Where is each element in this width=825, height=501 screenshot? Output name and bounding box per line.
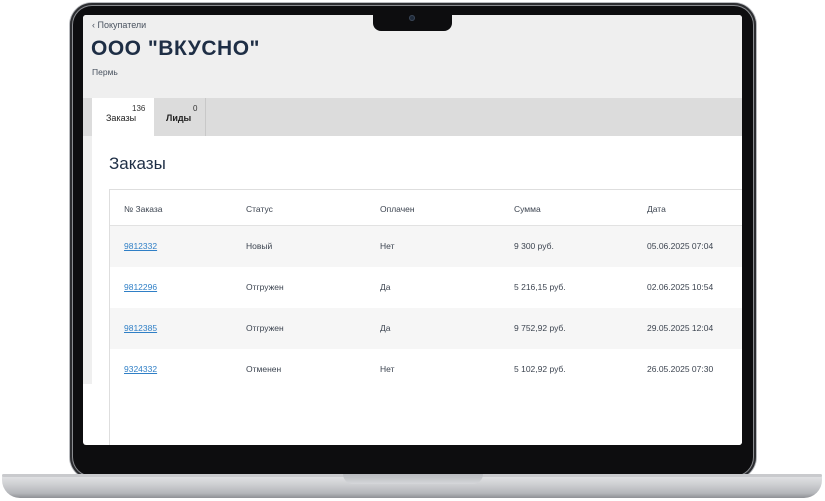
- table-row: 9812296 Отгружен Да 5 216,15 руб. 02.06.…: [110, 267, 742, 308]
- order-date: 02.06.2025 10:54: [647, 282, 714, 292]
- column-header-order[interactable]: № Заказа: [124, 204, 163, 214]
- column-header-date[interactable]: Дата: [647, 204, 666, 214]
- tabs-bar: 136 Заказы 0 Лиды: [83, 98, 742, 136]
- order-status: Отгружен: [246, 282, 284, 292]
- page-title: ООО "ВКУСНО": [91, 37, 260, 60]
- tab-leads-label: Лиды: [166, 113, 192, 123]
- table-header: № Заказа Статус Оплачен Сумма Дата: [110, 190, 742, 226]
- column-header-sum[interactable]: Сумма: [514, 204, 541, 214]
- order-number-link[interactable]: 9812385: [124, 323, 157, 333]
- order-paid: Да: [380, 282, 391, 292]
- order-date: 29.05.2025 12:04: [647, 323, 714, 333]
- column-header-status[interactable]: Статус: [246, 204, 273, 214]
- tab-orders[interactable]: 136 Заказы: [92, 98, 154, 136]
- order-sum: 9 300 руб.: [514, 241, 554, 251]
- order-paid: Да: [380, 323, 391, 333]
- content-side-strip: [83, 136, 92, 384]
- order-date: 05.06.2025 07:04: [647, 241, 714, 251]
- tab-orders-label: Заказы: [106, 113, 137, 123]
- order-status: Новый: [246, 241, 273, 251]
- column-header-paid[interactable]: Оплачен: [380, 204, 415, 214]
- camera-icon: [409, 15, 415, 21]
- page-subtitle-city: Пермь: [92, 67, 118, 77]
- laptop-base-notch: [343, 474, 483, 484]
- order-status: Отменен: [246, 364, 282, 374]
- orders-table: № Заказа Статус Оплачен Сумма Дата 98123…: [109, 189, 742, 445]
- order-paid: Нет: [380, 241, 395, 251]
- section-title: Заказы: [109, 154, 166, 173]
- order-status: Отгружен: [246, 323, 284, 333]
- order-number-link[interactable]: 9812296: [124, 282, 157, 292]
- back-link-customers[interactable]: ‹ Покупатели: [92, 20, 146, 30]
- table-row: 9812385 Отгружен Да 9 752,92 руб. 29.05.…: [110, 308, 742, 349]
- order-number-link[interactable]: 9324332: [124, 364, 157, 374]
- order-number-link[interactable]: 9812332: [124, 241, 157, 251]
- orders-panel: Заказы № Заказа Статус Оплачен Сумма Дат…: [92, 136, 742, 445]
- tab-leads-count: 0: [193, 104, 198, 113]
- order-sum: 5 216,15 руб.: [514, 282, 566, 292]
- table-row: 9324332 Отменен Нет 5 102,92 руб. 26.05.…: [110, 349, 742, 390]
- tab-leads[interactable]: 0 Лиды: [154, 98, 206, 136]
- table-row: 9812332 Новый Нет 9 300 руб. 05.06.2025 …: [110, 226, 742, 267]
- screen: ‹ Покупатели ООО "ВКУСНО" Пермь 136 Зака…: [83, 15, 742, 445]
- order-paid: Нет: [380, 364, 395, 374]
- order-sum: 9 752,92 руб.: [514, 323, 566, 333]
- order-date: 26.05.2025 07:30: [647, 364, 714, 374]
- order-sum: 5 102,92 руб.: [514, 364, 566, 374]
- tab-orders-count: 136: [132, 104, 146, 113]
